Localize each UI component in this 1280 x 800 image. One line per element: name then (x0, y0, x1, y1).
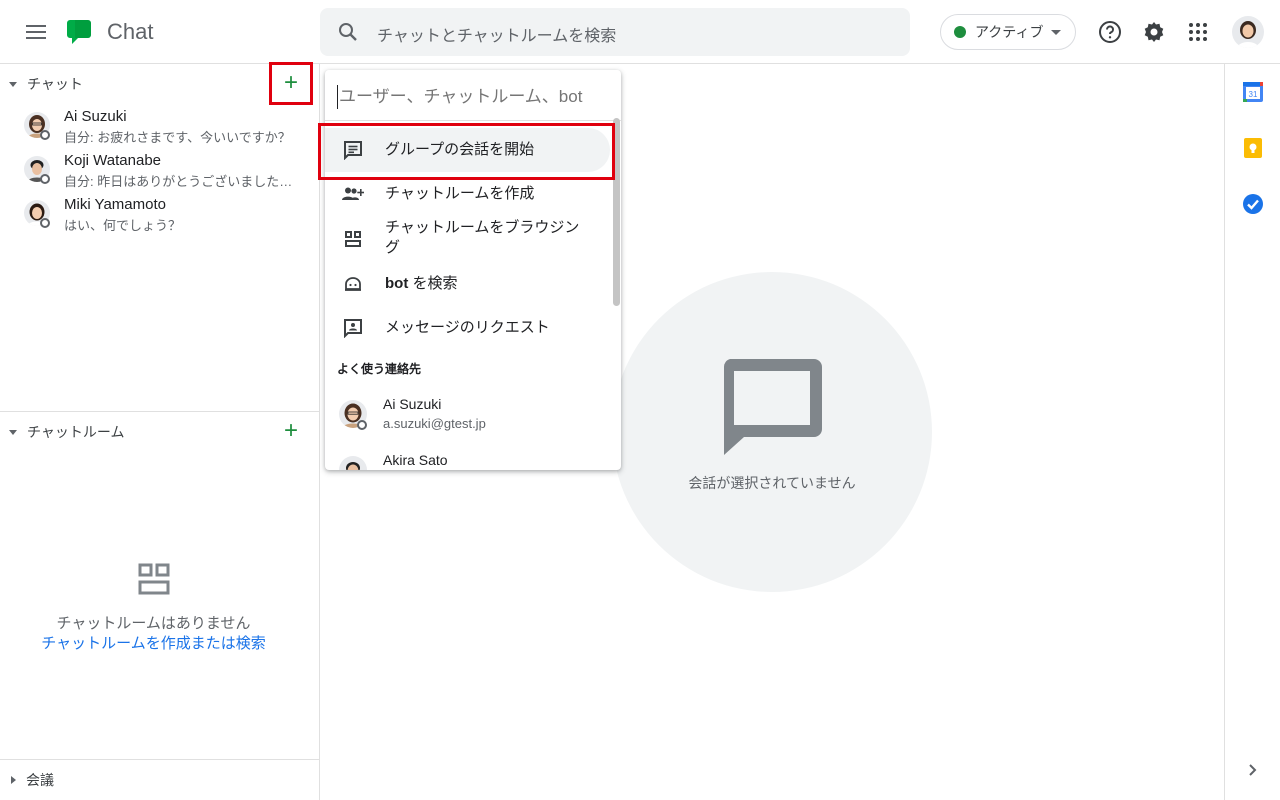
main-menu-icon[interactable] (20, 16, 52, 48)
collapse-triangle-icon (9, 81, 17, 87)
menu-item-label: bot を検索 (385, 274, 458, 294)
contact-name: Ai Suzuki (383, 396, 442, 412)
search-icon[interactable] (336, 20, 360, 44)
contact-name: Akira Sato (383, 452, 448, 468)
dm-name: Ai Suzuki (64, 108, 127, 125)
settings-gear-icon[interactable] (1140, 18, 1168, 46)
expand-triangle-icon (11, 776, 16, 784)
people-search-input[interactable] (337, 85, 607, 109)
collapse-triangle-icon (9, 429, 17, 435)
frequent-contacts-header: よく使う連絡先 (337, 362, 422, 376)
bot-icon (342, 273, 364, 295)
highlight-box (269, 62, 313, 105)
chat-logo-icon (66, 18, 94, 46)
message-request-icon (342, 317, 364, 339)
chevron-right-icon[interactable] (1244, 762, 1260, 778)
chat-bubble-icon (720, 357, 824, 462)
meetings-section-header[interactable]: 会議 (0, 760, 319, 800)
menu-item-label: チャットルームを作成 (385, 185, 535, 202)
status-label: アクティブ (975, 24, 1044, 40)
room-browse-icon (342, 228, 364, 250)
avatar (339, 456, 367, 470)
rooms-section-label: チャットルーム (27, 424, 125, 440)
contact-item[interactable]: Akira Sato (325, 448, 610, 470)
contact-item[interactable]: Ai Suzuki a.suzuki@gtest.jp (325, 392, 610, 440)
caret-down-icon (1051, 29, 1062, 35)
apps-grid-icon[interactable] (1184, 18, 1212, 46)
dm-preview: 自分: 昨日はありがとうございました… (64, 174, 293, 189)
dm-name: Koji Watanabe (64, 152, 162, 169)
message-requests-item[interactable]: メッセージのリクエスト (325, 306, 610, 350)
dm-preview: はい、何でしょう？ (64, 218, 182, 233)
presence-indicator (40, 130, 50, 140)
bot-label: bot (385, 275, 409, 292)
menu-item-label: メッセージのリクエスト (385, 319, 550, 336)
active-status-dot (954, 26, 966, 38)
dm-name: Miki Yamamoto (64, 196, 166, 213)
menu-item-label: チャットルームをブラウジング (385, 219, 580, 256)
rooms-empty-text: チャットルームはありません (56, 615, 251, 632)
meetings-section-label: 会議 (26, 772, 54, 788)
dm-preview: 自分: お疲れさまです、今いいですか？ (64, 130, 291, 145)
highlight-box (318, 123, 615, 180)
create-room-plus-icon[interactable]: + (279, 419, 303, 444)
group-add-icon (342, 183, 364, 205)
app-header: Chat チャットとチャットルームを検索 アクティブ (0, 0, 1280, 64)
tasks-icon[interactable] (1242, 193, 1264, 215)
popup-divider (325, 120, 621, 121)
app-title: Chat (107, 19, 154, 44)
calendar-icon[interactable]: 31 (1242, 81, 1264, 103)
find-label: を検索 (408, 275, 458, 292)
chat-section-label: チャット (27, 76, 83, 92)
presence-indicator (40, 174, 50, 184)
create-or-find-room-link[interactable]: チャットルームを作成または検索 (0, 632, 307, 653)
side-panel-rail (1224, 64, 1280, 800)
presence-indicator (357, 420, 367, 430)
search-input[interactable]: チャットとチャットルームを検索 (377, 22, 616, 46)
sidebar: チャット + Ai Suzuki 自分: お疲れさまです、今いいですか？ Koj… (0, 62, 320, 800)
find-bot-item[interactable]: bot を検索 (325, 262, 610, 306)
rooms-section-header[interactable]: チャットルーム (0, 412, 319, 452)
keep-icon[interactable] (1242, 137, 1264, 159)
browse-rooms-item[interactable]: チャットルームをブラウジング (325, 216, 610, 262)
presence-indicator (40, 218, 50, 228)
no-conversation-text: 会話が選択されていません (688, 475, 856, 491)
dm-item[interactable]: Koji Watanabe 自分: 昨日はありがとうございました… (0, 150, 319, 194)
help-icon[interactable] (1096, 18, 1124, 46)
calendar-day: 31 (1249, 90, 1258, 99)
account-avatar[interactable] (1232, 16, 1264, 48)
dm-item[interactable]: Miki Yamamoto はい、何でしょう？ (0, 194, 319, 238)
status-dropdown[interactable]: アクティブ (940, 14, 1076, 50)
rooms-empty-icon (138, 563, 170, 600)
dm-item[interactable]: Ai Suzuki 自分: お疲れさまです、今いいですか？ (0, 106, 319, 150)
contact-email: a.suzuki@gtest.jp (383, 416, 486, 431)
